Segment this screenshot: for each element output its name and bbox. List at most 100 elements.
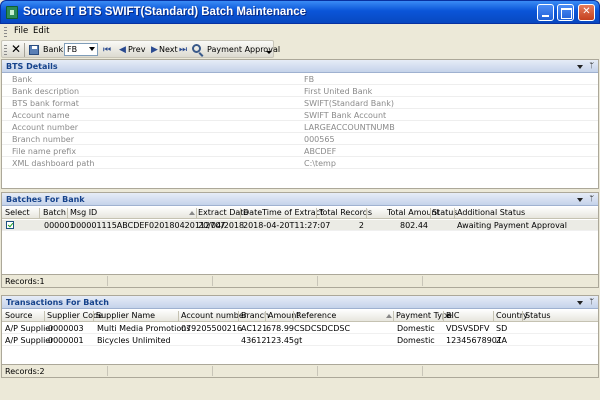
status-separator (317, 276, 318, 286)
cell-reference: gt (294, 336, 303, 345)
batches-panel: Batches For Bank ᛘ Select Batch Msg ID E… (1, 192, 599, 288)
column-separator[interactable] (393, 311, 394, 321)
column-separator[interactable] (238, 311, 239, 321)
column-separator[interactable] (196, 208, 197, 218)
column-header-supplier-name[interactable]: Supplier Name (96, 311, 155, 320)
cell-batch: 000001 (44, 221, 75, 230)
cell-payment-type: Domestic (397, 324, 435, 333)
detail-value: LARGEACCOUNTNUMB (304, 123, 395, 132)
column-separator[interactable] (454, 208, 455, 218)
column-header-batch[interactable]: Batch (43, 208, 66, 217)
detail-value: ABCDEF (304, 147, 337, 156)
column-header-additional-status[interactable]: Additional Status (457, 208, 525, 217)
minimize-button[interactable] (537, 4, 554, 21)
pin-icon[interactable]: ᛘ (589, 194, 594, 203)
column-header-msg-id[interactable]: Msg ID (70, 208, 97, 217)
status-separator (107, 276, 108, 286)
bts-details-panel: BTS Details ᛘ Bank FB Bank description F… (1, 59, 599, 189)
next-button[interactable]: Next (159, 43, 178, 57)
detail-value: 000565 (304, 135, 335, 144)
prev-icon[interactable]: ◀ (119, 43, 126, 57)
column-header-bic[interactable]: BIC (446, 311, 459, 320)
detail-value: SWIFT(Standard Bank) (304, 99, 394, 108)
close-icon[interactable]: ✕ (11, 43, 21, 57)
transactions-records-bar: Records:2 (2, 364, 598, 377)
pin-icon[interactable]: ᛘ (589, 61, 594, 70)
chevron-down-icon[interactable] (577, 198, 583, 202)
toolbar-grip-icon[interactable] (4, 45, 7, 55)
first-record-icon[interactable]: ⏮ (103, 43, 111, 57)
window-title-bar[interactable]: Source IT BTS SWIFT(Standard) Batch Main… (0, 0, 600, 24)
column-header-supplier-code[interactable]: Supplier Code (47, 311, 103, 320)
status-separator (107, 366, 108, 376)
app-icon (6, 6, 18, 19)
payment-approval-button[interactable]: Payment Approval (207, 43, 280, 57)
detail-label: Branch number (12, 135, 74, 144)
cell-payment-type: Domestic (397, 336, 435, 345)
toolbar-separator (24, 43, 25, 57)
cell-datetime-extract: 2018-04-20T11:27:07 (243, 221, 331, 230)
bank-select[interactable]: FB (64, 43, 98, 56)
records-count: Records:2 (5, 367, 45, 376)
table-row[interactable]: 000001 000001115ABCDEF020180420112707 20… (2, 220, 598, 231)
last-record-icon[interactable]: ⏭ (179, 43, 187, 57)
save-icon[interactable] (29, 45, 39, 55)
cell-account-number: 079205500216 (181, 324, 243, 333)
transactions-panel: Transactions For Batch ᛘ Source Supplier… (1, 295, 599, 378)
column-separator[interactable] (265, 311, 266, 321)
status-separator (422, 276, 423, 286)
panel-title: Transactions For Batch (6, 298, 109, 307)
panel-header: BTS Details ᛘ (2, 60, 598, 73)
cell-amount: 123.45 (266, 336, 294, 345)
sort-ascending-icon[interactable] (189, 211, 195, 215)
cell-bic: VDSVSDFV (446, 324, 490, 333)
column-header-status[interactable]: Status (525, 311, 551, 320)
column-header-source[interactable]: Source (5, 311, 32, 320)
column-separator[interactable] (178, 311, 179, 321)
column-separator[interactable] (493, 311, 494, 321)
transactions-grid-header: Source Supplier Code Supplier Name Accou… (2, 310, 598, 322)
column-separator[interactable] (316, 208, 317, 218)
chevron-down-icon[interactable] (89, 47, 95, 51)
column-header-datetime-extract[interactable]: DateTime of Extract (243, 208, 323, 217)
detail-label: Bank (12, 75, 33, 84)
column-header-amount[interactable]: Amount (268, 311, 299, 320)
column-header-reference[interactable]: Reference (296, 311, 336, 320)
column-separator[interactable] (93, 311, 94, 321)
column-separator[interactable] (44, 311, 45, 321)
column-separator[interactable] (240, 208, 241, 218)
table-row[interactable]: A/P Supplier 0000001 Bicycles Unlimited … (2, 335, 598, 346)
menu-edit[interactable]: Edit (33, 26, 49, 36)
column-separator[interactable] (39, 208, 40, 218)
column-separator[interactable] (522, 311, 523, 321)
column-separator[interactable] (67, 208, 68, 218)
cell-source: A/P Supplier (5, 336, 54, 345)
pin-icon[interactable]: ᛘ (589, 297, 594, 306)
maximize-button[interactable] (557, 4, 574, 21)
chevron-down-icon[interactable] (577, 65, 583, 69)
column-separator[interactable] (443, 311, 444, 321)
column-header-total-records[interactable]: Total Records (319, 208, 372, 217)
table-row[interactable]: A/P Supplier 0000003 Multi Media Promoti… (2, 323, 598, 334)
panel-splitter[interactable] (0, 291, 600, 294)
detail-label: File name prefix (12, 147, 77, 156)
menu-grip-icon[interactable] (4, 27, 7, 37)
detail-value: C:\temp (304, 159, 336, 168)
sort-ascending-icon[interactable] (386, 314, 392, 318)
column-separator[interactable] (430, 208, 431, 218)
column-separator[interactable] (366, 208, 367, 218)
next-icon[interactable]: ▶ (151, 43, 158, 57)
column-header-select[interactable]: Select (5, 208, 30, 217)
select-checkbox[interactable] (6, 221, 14, 229)
close-window-button[interactable]: ✕ (578, 4, 595, 21)
menu-file[interactable]: File (14, 26, 28, 36)
prev-button[interactable]: Prev (128, 43, 145, 57)
search-icon[interactable] (192, 44, 201, 53)
cell-source: A/P Supplier (5, 324, 54, 333)
toolbar-overflow-icon[interactable] (266, 51, 272, 54)
detail-value: FB (304, 75, 315, 84)
column-header-country[interactable]: Country (496, 311, 528, 320)
column-separator[interactable] (293, 311, 294, 321)
chevron-down-icon[interactable] (577, 301, 583, 305)
detail-label: Account name (12, 111, 70, 120)
